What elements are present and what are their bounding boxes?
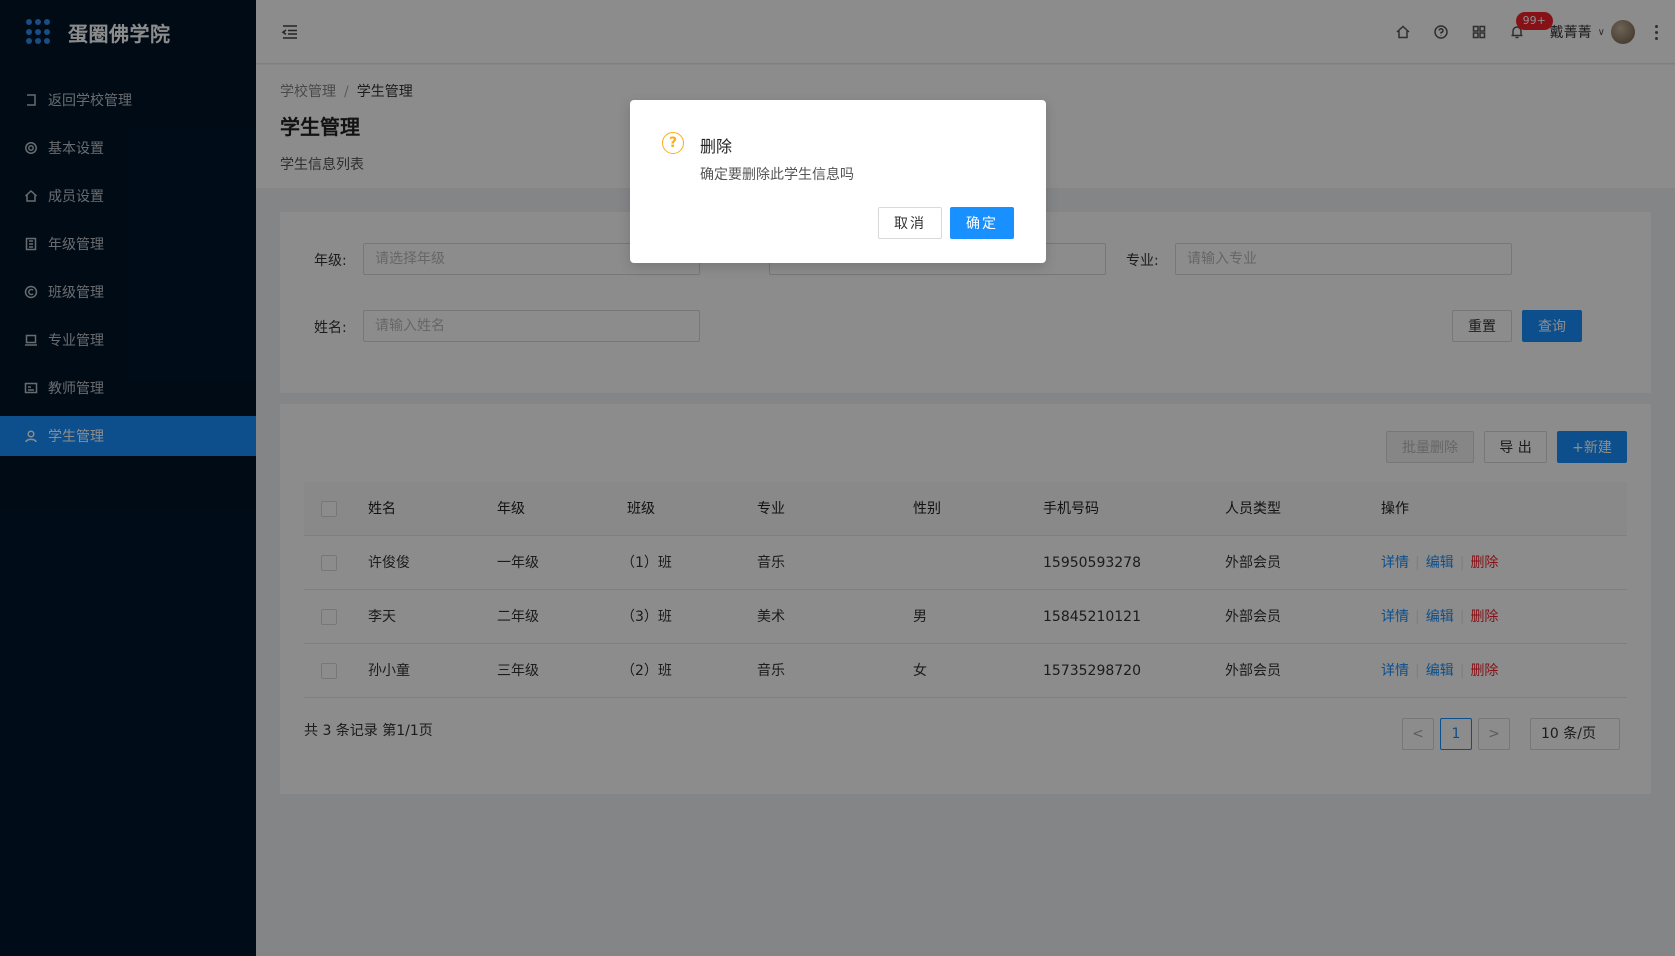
confirm-button[interactable]: 确定 [950,207,1014,239]
dialog-message: 确定要删除此学生信息吗 [700,167,854,183]
dialog-title: 删除 [700,137,733,156]
delete-confirm-dialog: ? 删除 确定要删除此学生信息吗 取消 确定 [630,100,1046,263]
cancel-button[interactable]: 取消 [878,207,942,239]
question-icon: ? [662,132,684,154]
